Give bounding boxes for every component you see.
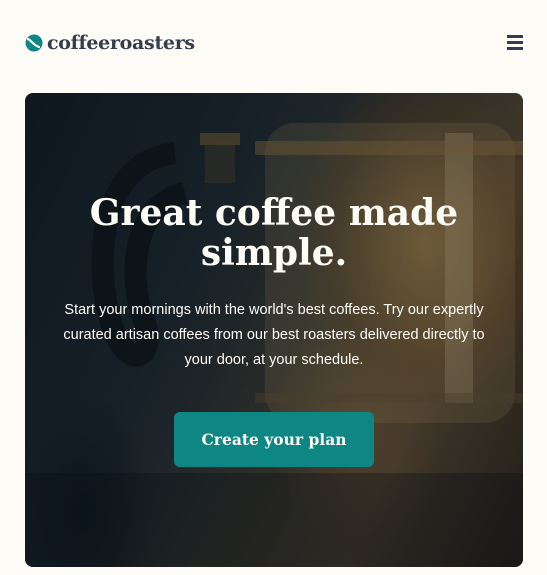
coffee-bean-icon: [25, 34, 43, 52]
hero-title: Great coffee made simple.: [89, 192, 459, 274]
hero-section: Great coffee made simple. Start your mor…: [25, 93, 523, 567]
hero-description: Start your mornings with the world's bes…: [63, 302, 485, 368]
logo[interactable]: coffeeroasters: [25, 32, 195, 54]
logo-text: coffeeroasters: [47, 32, 195, 54]
create-plan-button[interactable]: Create your plan: [174, 412, 374, 467]
hamburger-menu-icon[interactable]: [507, 35, 523, 51]
site-header: coffeeroasters: [0, 0, 547, 88]
